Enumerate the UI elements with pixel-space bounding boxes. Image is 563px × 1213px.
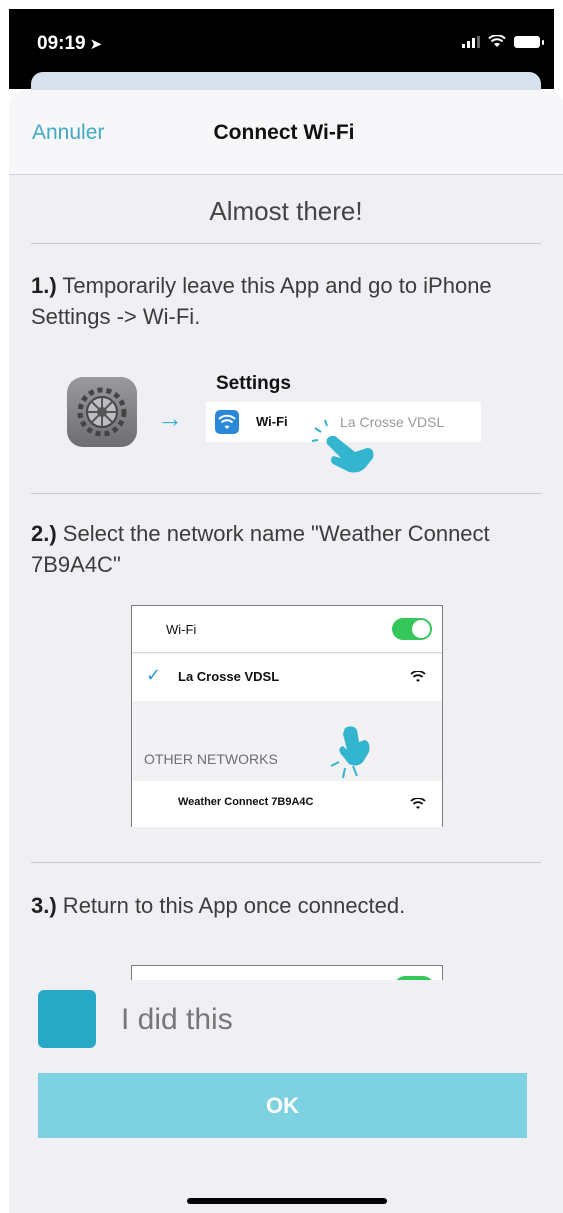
signal-icon bbox=[462, 35, 480, 48]
wifi-row-label: Wi-Fi bbox=[256, 414, 288, 429]
tap-hand-icon bbox=[311, 419, 374, 473]
step-2-number: 2.) bbox=[31, 521, 57, 546]
step-1: 1.) Temporarily leave this App and go to… bbox=[31, 270, 541, 332]
did-this-checkbox[interactable] bbox=[38, 990, 96, 1048]
did-this-label[interactable]: I did this bbox=[121, 1003, 233, 1037]
step-1-number: 1.) bbox=[31, 273, 57, 298]
step-3-number: 3.) bbox=[31, 893, 57, 918]
navigation-bar: Annuler Connect Wi-Fi bbox=[9, 90, 563, 174]
settings-title: Settings bbox=[216, 373, 291, 394]
step-2-text: Select the network name "Weather Connect… bbox=[31, 521, 490, 577]
wifi-status-icon bbox=[488, 35, 506, 47]
wifi-signal-icon bbox=[410, 798, 426, 809]
divider bbox=[31, 243, 541, 244]
home-indicator bbox=[187, 1198, 387, 1204]
divider bbox=[31, 493, 541, 494]
wifi-signal-icon bbox=[410, 671, 426, 682]
target-network-row: Weather Connect 7B9A4C bbox=[132, 781, 442, 827]
nav-divider bbox=[9, 174, 563, 175]
wifi-network-list-illustration: Wi-Fi ✓ La Crosse VDSL OTHER NETWORKS We… bbox=[131, 605, 443, 827]
wifi-settings-icon bbox=[215, 410, 239, 434]
tap-hand-icon bbox=[330, 726, 370, 779]
other-networks-label: OTHER NETWORKS bbox=[144, 751, 278, 767]
current-network-name: La Crosse VDSL bbox=[178, 669, 280, 684]
step-3: 3.) Return to this App once connected. bbox=[31, 890, 541, 921]
status-icons bbox=[462, 35, 544, 48]
wifi-label: Wi-Fi bbox=[166, 622, 197, 637]
step-3-text: Return to this App once connected. bbox=[56, 893, 406, 918]
settings-app-icon bbox=[67, 377, 137, 447]
checkmark-icon: ✓ bbox=[146, 665, 162, 685]
arrow-right-icon: → bbox=[157, 403, 183, 433]
status-time: 09:19 ➤ bbox=[37, 33, 103, 54]
step-1-text: Temporarily leave this App and go to iPh… bbox=[31, 273, 492, 329]
wifi-toggle bbox=[392, 618, 432, 640]
divider bbox=[31, 862, 541, 863]
ok-button[interactable]: OK bbox=[38, 1073, 527, 1138]
battery-icon bbox=[514, 35, 544, 48]
connect-wifi-sheet: Annuler Connect Wi-Fi Almost there! 1.) … bbox=[9, 90, 563, 1213]
heading: Almost there! bbox=[209, 196, 363, 226]
target-network-name: Weather Connect 7B9A4C bbox=[178, 796, 314, 808]
wifi-toggle-row: Wi-Fi bbox=[132, 606, 442, 653]
location-icon: ➤ bbox=[89, 36, 103, 53]
current-network-row: ✓ La Crosse VDSL bbox=[132, 654, 442, 701]
step-2: 2.) Select the network name "Weather Con… bbox=[31, 518, 541, 580]
page-title: Connect Wi-Fi bbox=[213, 121, 355, 144]
